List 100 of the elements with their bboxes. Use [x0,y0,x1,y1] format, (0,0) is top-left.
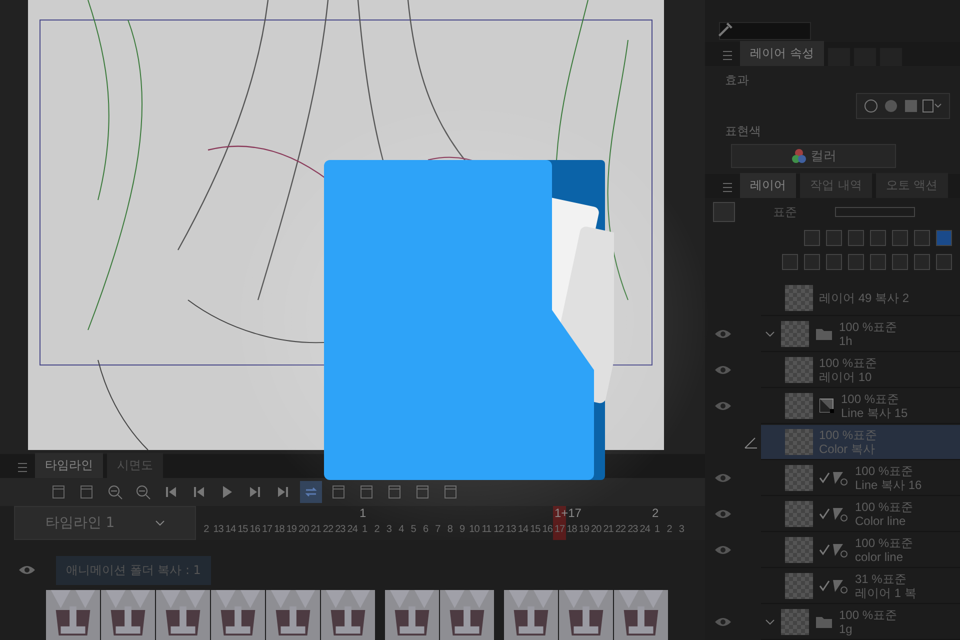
layer-lock-icon[interactable] [870,230,886,246]
layer-name: color line [855,550,904,564]
chevron-icon[interactable] [765,330,775,336]
layer-name: 레이어 49 복사 2 [819,290,910,304]
layer-thumbnail [785,356,813,382]
layer-name: 1h [839,334,854,348]
layer-opacity-mode: 100 %표준 [855,536,914,550]
layer-thumbnail [785,536,813,562]
section-label: 표현색 [725,123,761,140]
check-ruler-icon [819,506,849,522]
layer-property-tab[interactable]: 레이어 속성 [740,41,824,66]
color-circles-icon [790,148,806,164]
new-layer-icon[interactable] [848,254,864,270]
frame-number: 2 [202,524,210,537]
frame-number: 5 [410,524,417,537]
layer-opacity-mode: 100 %표준 [839,608,898,622]
loop-icon[interactable] [300,481,322,503]
frame-number: 8 [446,524,454,537]
frame-number: 3 [678,524,685,537]
layer-opacity-mode: 31 %표준 [855,572,908,586]
layer-panel-tab[interactable]: 레이어 [740,173,796,198]
eye-icon[interactable] [714,401,732,411]
chevron-icon[interactable] [765,618,775,624]
frame-number: 15 [529,524,542,537]
layer-name: 레이어 10 [819,370,873,384]
effect-buttons[interactable] [856,93,950,119]
layer-thumbnail [781,320,809,346]
frame-number: 17 [260,524,274,537]
timeline-tab[interactable]: 타임라인 [35,453,103,478]
layer-lock-icon[interactable] [826,230,842,246]
frame-number: 16 [248,524,261,537]
frame-number: 14 [224,524,237,537]
layer-name: 1g [839,622,854,636]
frame-number: 11 [480,524,492,537]
frame-number: 24 [638,524,651,537]
folder-icon [815,326,833,340]
layer-lock-icon[interactable] [892,230,908,246]
new-layer-icon[interactable] [804,254,820,270]
frame-number: 18 [273,524,286,537]
eye-icon[interactable] [18,565,36,575]
frame-number: 17 [553,524,566,537]
eyedropper-icon[interactable] [717,20,735,38]
layer-thumbnail [785,284,813,310]
layer-opacity-mode: 100 %표준 [841,392,900,406]
new-layer-icon[interactable] [892,254,908,270]
layer-name: 레이어 1 복 [855,586,916,600]
frame-number: 19 [578,524,590,537]
frame-number: 21 [602,524,614,537]
blend-mode-dropdown[interactable]: 표준 [745,202,825,222]
frame-number: 2 [373,524,380,537]
frame-number: 14 [516,524,530,537]
folder-icon [324,160,614,480]
check-ruler-icon [819,578,849,594]
section-marker: 2 [652,506,659,520]
layer-color-button[interactable] [713,202,735,222]
frame-number: 10 [468,524,480,537]
layer-thumbnail [781,608,809,634]
chevron-icon [154,520,165,526]
layer-lock-icon[interactable] [804,230,820,246]
new-layer-icon[interactable] [782,254,798,270]
frame-number: 20 [590,524,602,537]
new-layer-icon[interactable] [870,254,886,270]
frame-number: 13 [212,524,224,537]
frame-number: 13 [504,524,517,537]
frame-number: 2 [666,524,673,537]
frame-number: 15 [236,524,249,537]
frame-number: 21 [310,524,322,537]
layer-color-icon[interactable] [936,230,952,246]
layer-opacity-mode: 100 %표준 [839,320,898,334]
eye-icon[interactable] [714,545,732,555]
frame-number: 23 [626,524,639,537]
eye-icon[interactable] [714,365,732,375]
new-layer-icon[interactable] [936,254,952,270]
frame-number: 22 [614,524,627,537]
layer-lock-icon[interactable] [848,230,864,246]
eye-icon[interactable] [714,473,732,483]
layer-thumbnail [785,572,813,598]
frame-number: 20 [298,524,310,537]
frame-number: 12 [492,524,505,537]
mask-icon [819,398,835,414]
layer-lock-icon[interactable] [914,230,930,246]
frame-number: 19 [285,524,298,537]
frame-number: 4 [398,524,405,537]
eye-icon[interactable] [714,617,732,627]
layer-opacity-mode: 100 %표준 [855,464,914,478]
opacity-field[interactable] [835,207,915,217]
eye-icon[interactable] [714,329,732,339]
frame-number: 23 [334,524,346,537]
layer-thumbnail [785,500,813,526]
timeline-dropdown[interactable]: 타임라인 1 [14,506,196,540]
layer-name: Line 복사 15 [841,406,908,420]
section-marker: 1+17 [554,506,582,520]
new-layer-icon[interactable] [914,254,930,270]
eye-icon[interactable] [714,509,732,519]
frame-number: 22 [322,524,334,537]
frame-number: 24 [346,524,358,537]
color-mode-dropdown[interactable]: 컬러 [731,144,896,168]
frame-number: 18 [566,524,578,537]
new-layer-icon[interactable] [826,254,842,270]
frame-number: 7 [434,524,442,537]
